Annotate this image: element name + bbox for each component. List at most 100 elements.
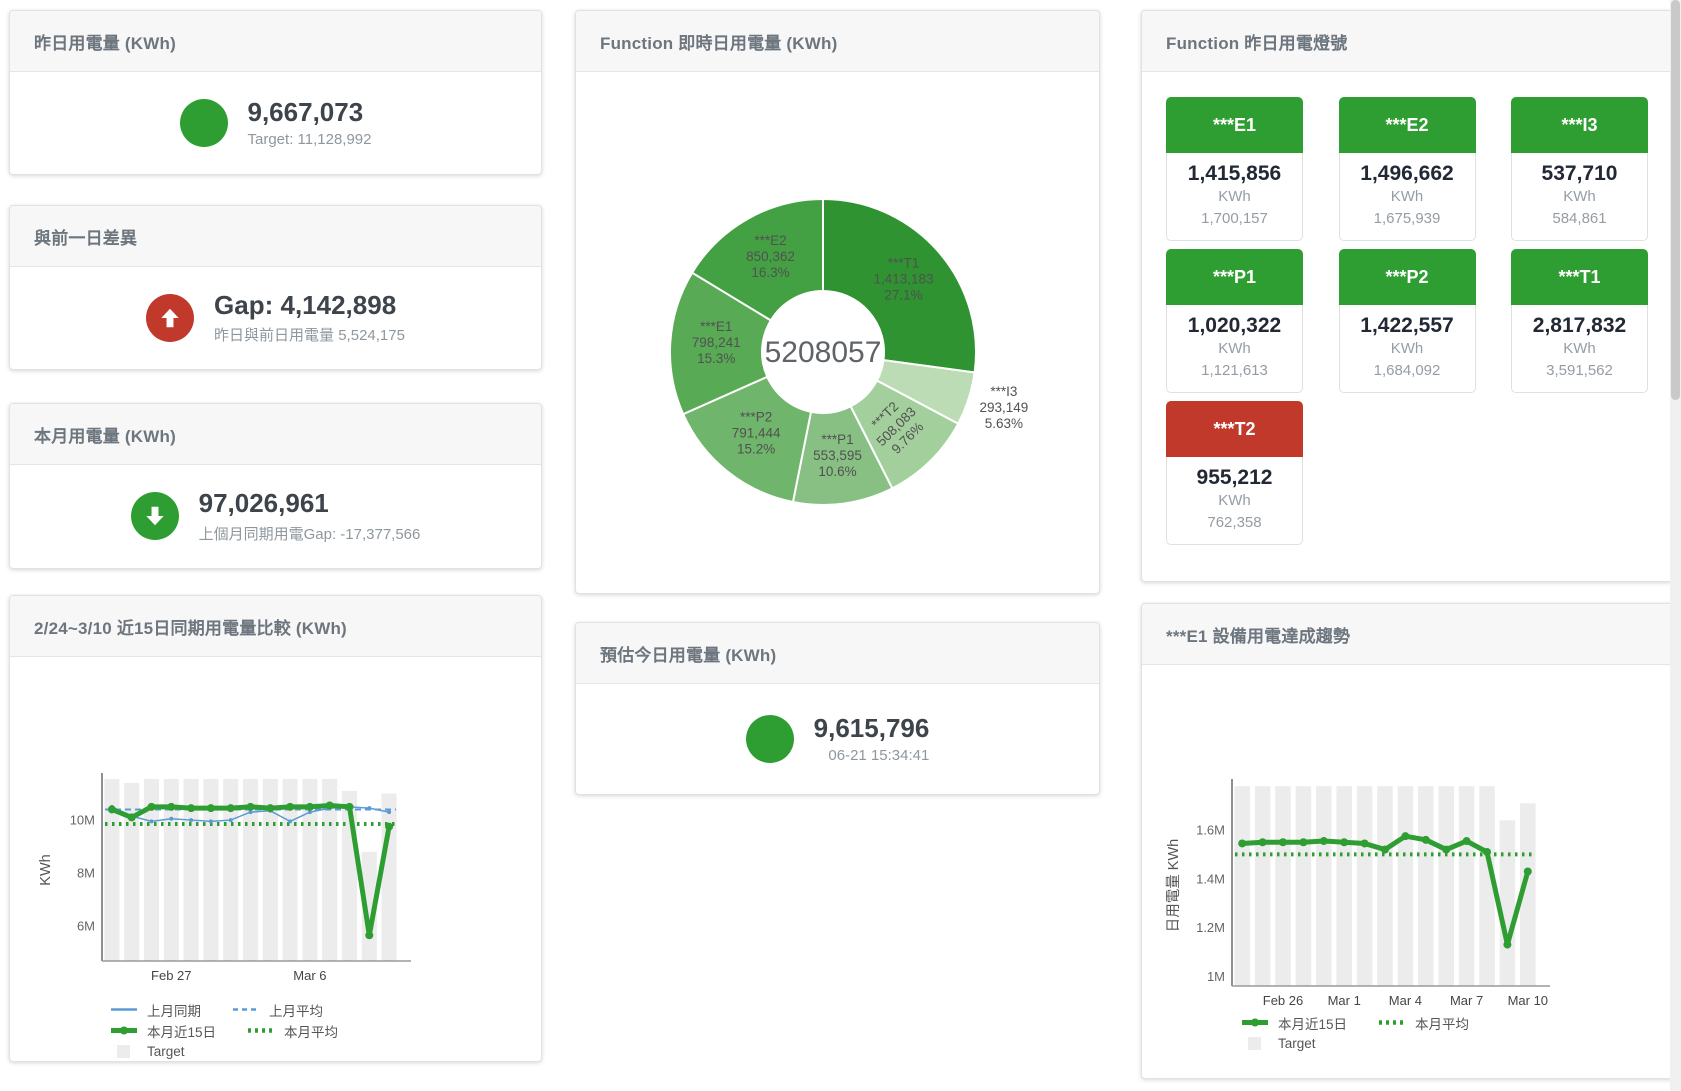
card-title: 昨日用電量 (KWh) [34,29,176,54]
legend-item-line[interactable]: 上月同期 [109,1000,201,1020]
tile-label: ***E2 [1339,97,1476,153]
kpi-subtitle: 上個月同期用電Gap: -17,377,566 [199,523,421,544]
tile-value: 1,020,322 [1167,314,1302,338]
status-circle-icon [746,715,794,763]
tile-value: 1,496,662 [1340,162,1475,186]
kpi-value: 97,026,961 [199,488,421,519]
tile-body: 1,020,322KWh1,121,613 [1166,305,1303,393]
tile-label: ***T2 [1166,401,1303,457]
legend-row: Target [1240,1033,1673,1054]
tile-body: 1,422,557KWh1,684,092 [1339,305,1476,393]
e1-trend-chart: 1M1.2M1.4M1.6M日用電量 KWhFeb 26Mar 1Mar 4Ma… [1142,665,1673,1010]
legend-item-dashed[interactable]: 上月平均 [231,1000,323,1020]
card-title: 與前一日差異 [34,224,137,249]
tile-target-value: 762,358 [1167,512,1302,534]
tile-unit: KWh [1340,186,1475,208]
tile-value: 1,415,856 [1167,162,1302,186]
card-15day-comparison: 2/24~3/10 近15日同期用電量比較 (KWh) 6M8M10MKWhFe… [9,595,542,1062]
legend-label: 本月近15日 [1278,1013,1347,1033]
card-yesterday-usage: 昨日用電量 (KWh) 9,667,073 Target: 11,128,992 [9,10,542,175]
comparison-chart: 6M8M10MKWhFeb 27Mar 6 [10,657,541,997]
legend-item-thick[interactable]: 本月近15日 [1240,1013,1347,1033]
card-header: 昨日用電量 (KWh) [10,11,541,72]
dotted-swatch-icon [246,1024,276,1037]
card-header: 與前一日差異 [10,206,541,267]
tile-label: ***I3 [1511,97,1648,153]
legend-label: Target [147,1044,185,1059]
card-title: 預估今日用電量 (KWh) [600,641,776,666]
e1-trend-chart-legend: 本月近15日 本月平均 Target [1240,1012,1673,1054]
tile-unit: KWh [1340,338,1475,360]
svg-text:1.6M: 1.6M [1196,823,1225,838]
legend-item-square[interactable]: Target [1240,1036,1316,1051]
kpi-value: Gap: 4,142,898 [214,290,405,321]
card-estimated-today: 預估今日用電量 (KWh) 9,615,796 06-21 15:34:41 [575,622,1100,795]
svg-text:Feb 26: Feb 26 [1263,993,1303,1008]
tile-target-value: 1,700,157 [1167,208,1302,230]
tile-unit: KWh [1167,490,1302,512]
tile-body: 955,212KWh762,358 [1166,457,1303,545]
card-month-usage: 本月用電量 (KWh) 97,026,961 上個月同期用電Gap: -17,3… [9,403,542,569]
legend-row: Target [109,1041,541,1062]
tile-value: 955,212 [1167,466,1302,490]
legend-label: 本月平均 [284,1021,338,1041]
kpi-value: 9,667,073 [248,97,372,128]
status-tile-T2: ***T2955,212KWh762,358 [1166,401,1303,545]
card-header: 2/24~3/10 近15日同期用電量比較 (KWh) [10,596,541,657]
legend-row: 本月近15日 本月平均 [109,1020,541,1041]
legend-label: 本月平均 [1415,1013,1469,1033]
tile-value: 1,422,557 [1340,314,1475,338]
card-title: Function 昨日用電燈號 [1166,29,1347,54]
tile-body: 537,710KWh584,861 [1511,153,1648,241]
status-circle-icon [180,99,228,147]
legend-label: 上月平均 [269,1000,323,1020]
card-title: 本月用電量 (KWh) [34,422,176,447]
tile-unit: KWh [1167,186,1302,208]
tile-target-value: 1,684,092 [1340,360,1475,382]
thick-swatch-icon [109,1024,139,1037]
legend-label: Target [1278,1036,1316,1051]
tile-target-value: 3,591,562 [1512,360,1647,382]
svg-text:***I3293,1495.63%: ***I3293,1495.63% [979,384,1028,431]
card-yesterday-lights: Function 昨日用電燈號 ***E11,415,856KWh1,700,1… [1141,10,1674,582]
tile-body: 1,496,662KWh1,675,939 [1339,153,1476,241]
comparison-chart-legend: 上月同期 上月平均本月近15日 本月平均 Target [109,999,541,1062]
tile-target-value: 1,121,613 [1167,360,1302,382]
legend-item-dotted[interactable]: 本月平均 [246,1021,338,1041]
kpi-value: 9,615,796 [814,713,930,744]
card-header: Function 昨日用電燈號 [1142,11,1673,72]
card-day-gap: 與前一日差異 Gap: 4,142,898 昨日與前日用電量 5,524,175 [9,205,542,370]
status-tile-P2: ***P21,422,557KWh1,684,092 [1339,249,1476,393]
legend-label: 本月近15日 [147,1021,216,1041]
status-tile-T1: ***T12,817,832KWh3,591,562 [1511,249,1648,393]
svg-text:8M: 8M [77,866,95,881]
tile-target-value: 1,675,939 [1340,208,1475,230]
svg-text:6M: 6M [77,919,95,934]
svg-text:1M: 1M [1207,969,1225,984]
svg-text:10M: 10M [70,813,95,828]
card-title: 2/24~3/10 近15日同期用電量比較 (KWh) [34,614,347,639]
svg-text:日用電量 KWh: 日用電量 KWh [1166,839,1182,932]
svg-text:Mar 1: Mar 1 [1328,993,1361,1008]
card-e1-trend: ***E1 設備用電達成趨勢 1M1.2M1.4M1.6M日用電量 KWhFeb… [1141,603,1674,1079]
status-tile-P1: ***P11,020,322KWh1,121,613 [1166,249,1303,393]
tile-label: ***T1 [1511,249,1648,305]
svg-text:Mar 10: Mar 10 [1508,993,1548,1008]
scrollbar[interactable] [1670,0,1681,1091]
scrollbar-thumb[interactable] [1671,0,1680,400]
dashed-swatch-icon [231,1003,261,1016]
svg-text:Feb 27: Feb 27 [151,968,191,983]
tile-unit: KWh [1512,186,1647,208]
status-tile-E2: ***E21,496,662KWh1,675,939 [1339,97,1476,241]
card-header: Function 即時日用電量 (KWh) [576,11,1099,72]
svg-text:Mar 7: Mar 7 [1450,993,1483,1008]
legend-item-square[interactable]: Target [109,1044,185,1059]
legend-item-thick[interactable]: 本月近15日 [109,1021,216,1041]
svg-text:1.2M: 1.2M [1196,920,1225,935]
card-title: Function 即時日用電量 (KWh) [600,29,837,54]
card-title: ***E1 設備用電達成趨勢 [1166,622,1350,647]
legend-item-dotted[interactable]: 本月平均 [1377,1013,1469,1033]
card-header: 本月用電量 (KWh) [10,404,541,465]
tile-body: 1,415,856KWh1,700,157 [1166,153,1303,241]
tile-value: 2,817,832 [1512,314,1647,338]
